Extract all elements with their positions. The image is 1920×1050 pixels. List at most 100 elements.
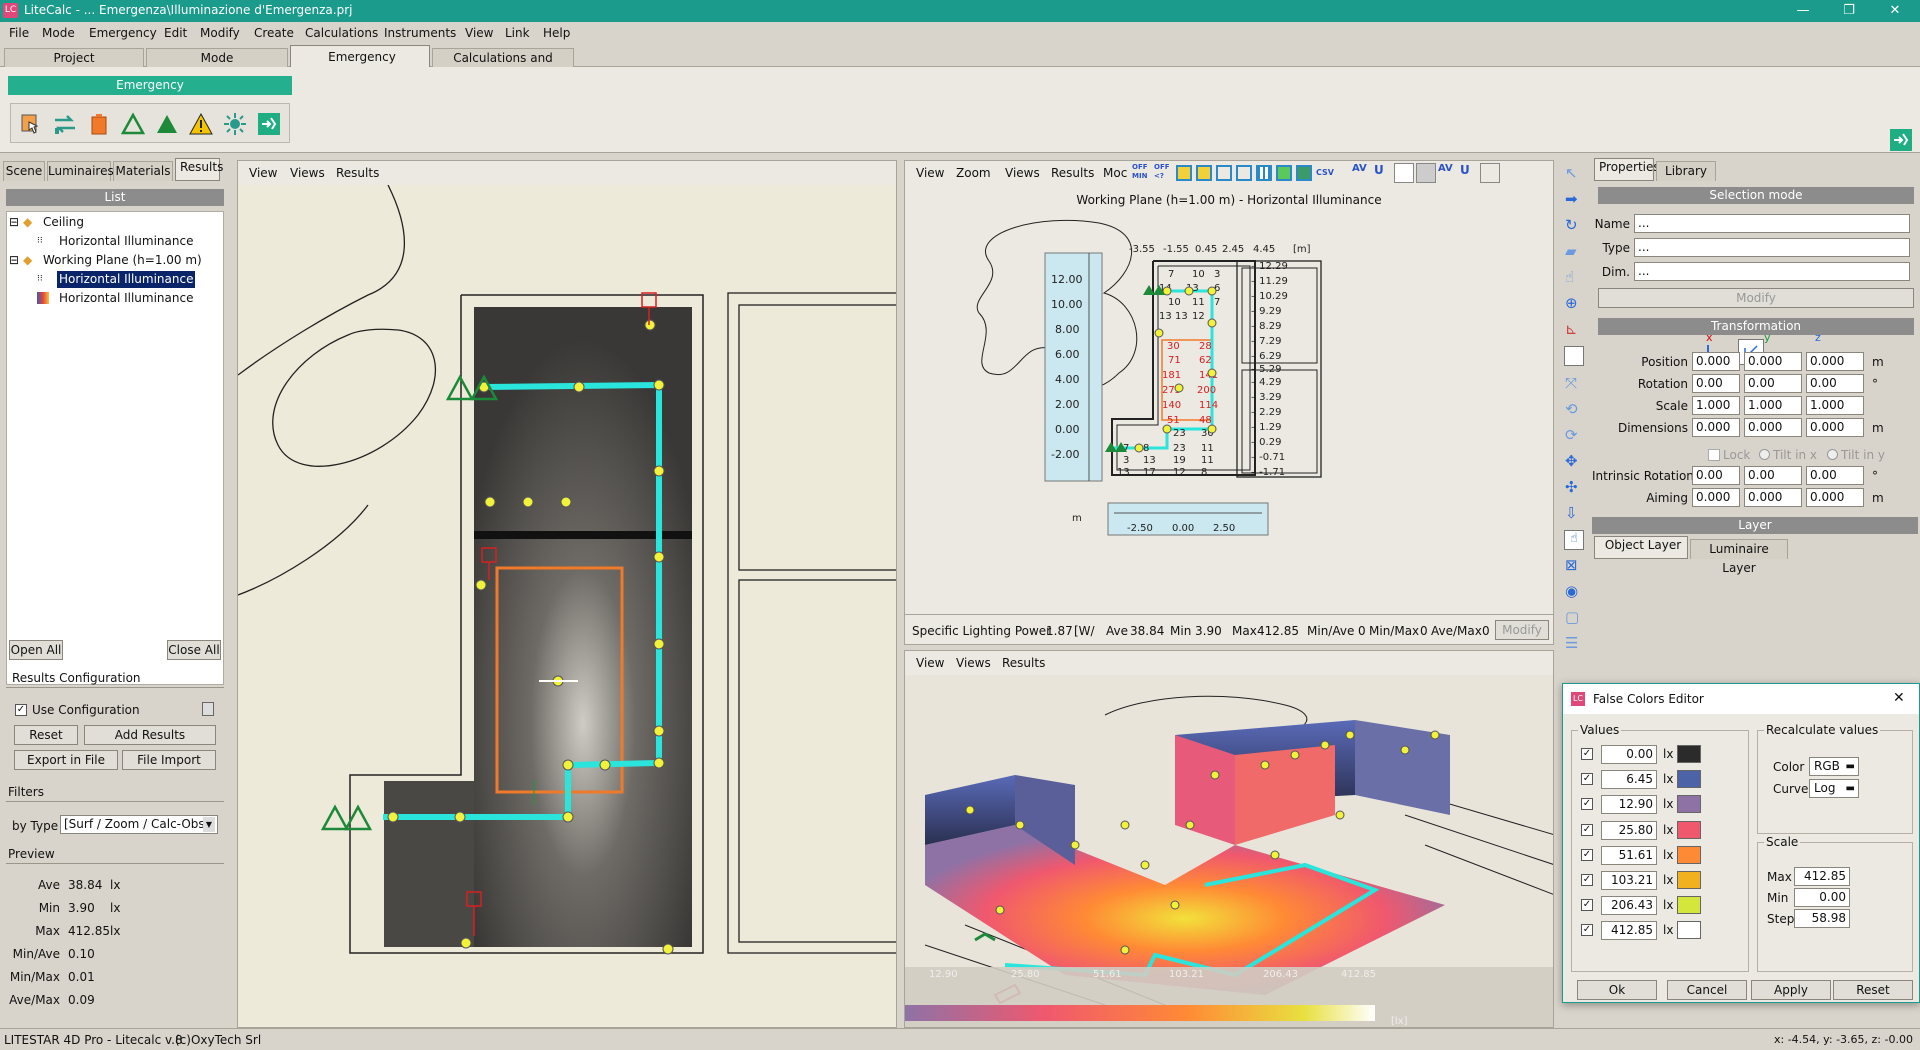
reset-button[interactable]: Reset bbox=[1833, 980, 1913, 1000]
rotation-x-field[interactable]: 0.00 bbox=[1692, 374, 1740, 393]
add-results-button[interactable]: Add Results bbox=[84, 725, 216, 745]
max-field[interactable]: 412.85 bbox=[1794, 867, 1850, 886]
curve-select[interactable]: Log ▬ bbox=[1809, 779, 1859, 798]
tab-luminaire-layer[interactable]: Luminaire Layer bbox=[1690, 539, 1788, 575]
triangle-filled-icon[interactable] bbox=[155, 112, 179, 136]
modify-button[interactable]: Modify bbox=[1495, 620, 1549, 640]
wand-icon[interactable] bbox=[1416, 163, 1436, 183]
tilt-y-radio[interactable] bbox=[1827, 449, 1838, 460]
tree-node-wp-illuminance-selected[interactable]: Horizontal Illuminance bbox=[55, 270, 197, 289]
cancel-button[interactable]: Cancel bbox=[1667, 980, 1747, 1000]
menu-results[interactable]: Results bbox=[1002, 656, 1045, 670]
tab-luminaires[interactable]: Luminaires bbox=[47, 161, 114, 181]
lock-checkbox[interactable] bbox=[1708, 449, 1720, 461]
triangle-outline-icon[interactable] bbox=[120, 112, 146, 136]
intrinsic-z-field[interactable]: 0.00 bbox=[1806, 466, 1864, 485]
value-enabled-checkbox[interactable]: ✓ bbox=[1581, 899, 1593, 912]
modify-button[interactable]: Modify bbox=[1598, 288, 1914, 308]
tree-node-ceiling-illuminance[interactable]: Horizontal Illuminance bbox=[59, 233, 193, 250]
hand-icon[interactable]: ☝ bbox=[1564, 530, 1584, 550]
move-icon[interactable]: ✣ bbox=[1565, 478, 1583, 496]
axes-icon[interactable]: ⊾ bbox=[1565, 320, 1583, 338]
av-icon[interactable]: AV bbox=[1438, 163, 1458, 183]
grid-point-icon[interactable] bbox=[1196, 165, 1212, 181]
value-enabled-checkbox[interactable]: ✓ bbox=[1581, 924, 1593, 937]
u-icon[interactable]: U bbox=[1460, 163, 1478, 183]
position-y-field[interactable]: 0.000 bbox=[1744, 352, 1802, 371]
tab-properties[interactable]: Properties bbox=[1594, 158, 1660, 181]
rotation-y-field[interactable]: 0.00 bbox=[1744, 374, 1802, 393]
menu-view[interactable]: View bbox=[465, 26, 493, 40]
value-enabled-checkbox[interactable]: ✓ bbox=[1581, 874, 1593, 886]
exit-sign-icon[interactable] bbox=[257, 112, 281, 136]
close-all-button[interactable]: Close All bbox=[167, 640, 221, 660]
square-icon[interactable]: ▢ bbox=[1565, 608, 1583, 626]
tab-mode[interactable]: Mode bbox=[146, 48, 288, 67]
tree-node-working-plane[interactable]: Working Plane (h=1.00 m) bbox=[43, 252, 202, 269]
close-icon[interactable]: ✕ bbox=[1893, 690, 1905, 706]
menu-results[interactable]: Results bbox=[336, 166, 379, 180]
position-z-field[interactable]: 0.000 bbox=[1806, 352, 1864, 371]
collapse-icon[interactable]: ⊟ bbox=[9, 252, 19, 269]
color-value-field[interactable]: 12.90 bbox=[1601, 795, 1657, 815]
menu-link[interactable]: Link bbox=[505, 26, 530, 40]
menu-results[interactable]: Results bbox=[1051, 166, 1094, 180]
tab-materials[interactable]: Materials bbox=[113, 161, 173, 181]
position-x-field[interactable]: 0.000 bbox=[1692, 352, 1740, 371]
tab-results[interactable]: Results bbox=[175, 158, 223, 181]
select-hand-icon[interactable] bbox=[19, 112, 43, 136]
av-icon[interactable]: AV bbox=[1352, 163, 1372, 183]
color-swatch[interactable] bbox=[1677, 745, 1701, 763]
close-button[interactable]: ✕ bbox=[1872, 1, 1918, 21]
use-config-checkbox[interactable]: ✓ bbox=[15, 704, 27, 716]
plan-view-2d[interactable]: View Views Results bbox=[237, 160, 897, 1028]
color-swatch[interactable] bbox=[1677, 921, 1701, 940]
color-value-field[interactable]: 0.00 bbox=[1601, 745, 1657, 764]
hand-icon[interactable]: ☝ bbox=[1565, 268, 1583, 286]
reset-config-button[interactable]: Reset bbox=[14, 725, 78, 745]
intrinsic-x-field[interactable]: 0.00 bbox=[1692, 466, 1740, 485]
menu-view[interactable]: View bbox=[249, 166, 277, 180]
aiming-y-field[interactable]: 0.000 bbox=[1744, 488, 1802, 507]
aiming-z-field[interactable]: 0.000 bbox=[1806, 488, 1864, 507]
color-value-field[interactable]: 25.80 bbox=[1601, 820, 1657, 840]
off-min-icon[interactable]: OFF MIN bbox=[1132, 163, 1152, 183]
rotate-icon[interactable]: ↻ bbox=[1565, 216, 1583, 234]
scale-icon[interactable]: ▰ bbox=[1565, 242, 1583, 260]
color-swatch[interactable] bbox=[1677, 795, 1701, 814]
ok-button[interactable]: Ok bbox=[1577, 980, 1657, 1000]
table-icon[interactable] bbox=[1256, 165, 1272, 181]
dimensions-z-field[interactable]: 0.000 bbox=[1806, 418, 1864, 437]
exit-sign-icon[interactable] bbox=[1890, 129, 1912, 151]
value-enabled-checkbox[interactable]: ✓ bbox=[1581, 798, 1593, 811]
isolines-view[interactable]: View Zoom Views Results Moc OFF MIN OFF … bbox=[904, 160, 1554, 645]
export-file-button[interactable]: Export in File bbox=[14, 750, 118, 770]
orbit-icon[interactable]: ⟳ bbox=[1565, 426, 1583, 444]
warning-icon[interactable] bbox=[189, 112, 213, 136]
off-max-icon[interactable]: OFF <? bbox=[1154, 163, 1174, 183]
rotate-icon[interactable]: ⟲ bbox=[1565, 400, 1583, 418]
color-value-field[interactable]: 206.43 bbox=[1601, 896, 1657, 916]
color-value-field[interactable]: 103.21 bbox=[1601, 871, 1657, 890]
value-enabled-checkbox[interactable]: ✓ bbox=[1581, 848, 1593, 861]
value-enabled-checkbox[interactable]: ✓ bbox=[1581, 773, 1593, 786]
tilt-icon[interactable]: ⤧ bbox=[1565, 374, 1583, 392]
value-enabled-checkbox[interactable]: ✓ bbox=[1581, 823, 1593, 836]
value-enabled-checkbox[interactable]: ✓ bbox=[1581, 748, 1593, 760]
grid-icon[interactable] bbox=[1236, 165, 1252, 181]
color-grid-icon[interactable] bbox=[1276, 165, 1292, 181]
grid-point-icon[interactable] bbox=[1176, 165, 1192, 181]
color-swatch[interactable] bbox=[1677, 770, 1701, 789]
color-value-field[interactable]: 6.45 bbox=[1601, 770, 1657, 790]
collapse-icon[interactable]: ⊟ bbox=[9, 214, 19, 231]
resize-icon[interactable]: ⊠ bbox=[1565, 556, 1583, 574]
min-field[interactable]: 0.00 bbox=[1794, 888, 1850, 907]
move-icon[interactable]: ✥ bbox=[1565, 452, 1583, 470]
menu-instruments[interactable]: Instruments bbox=[384, 26, 456, 40]
name-field[interactable]: ... bbox=[1634, 214, 1910, 233]
tab-scene[interactable]: Scene bbox=[3, 161, 45, 181]
type-filter-select[interactable]: [Surf / Zoom / Calc-Obs] ▼ bbox=[60, 815, 218, 834]
open-all-button[interactable]: Open All bbox=[9, 640, 63, 660]
tree-node-ceiling[interactable]: Ceiling bbox=[43, 214, 84, 231]
dim-field[interactable]: ... bbox=[1634, 262, 1910, 281]
